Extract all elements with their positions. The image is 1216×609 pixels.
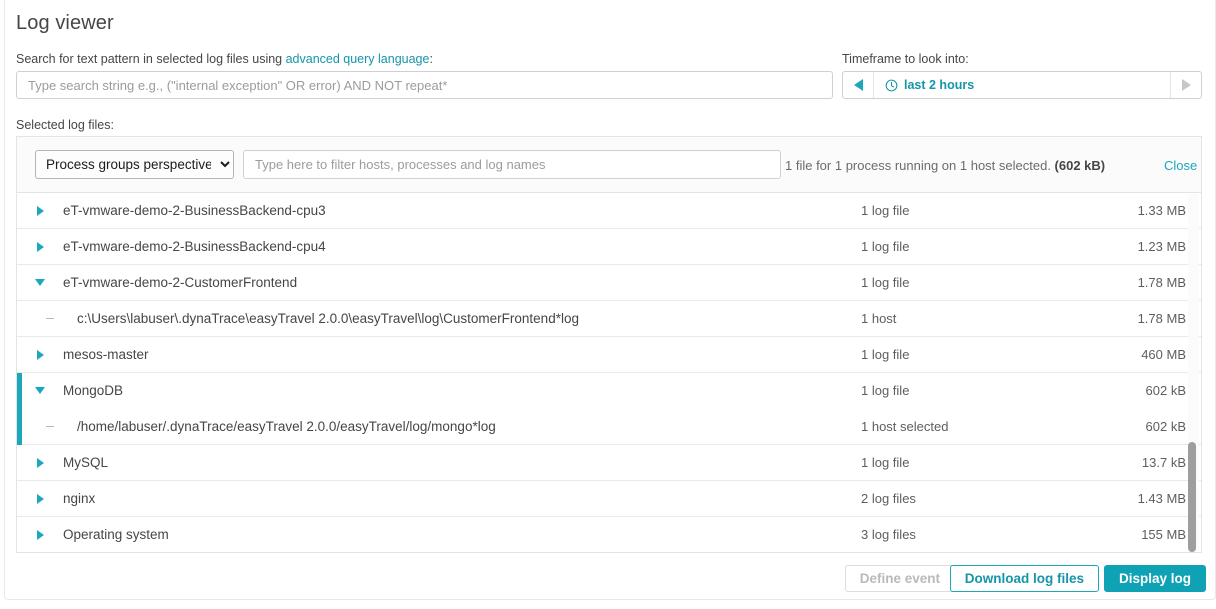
dash-icon: [46, 318, 54, 319]
selection-status: 1 file for 1 process running on 1 host s…: [785, 158, 1105, 173]
expand-row-button[interactable]: [17, 457, 63, 468]
caret-right-icon: [36, 457, 44, 468]
table-row[interactable]: Operating system 3 log files 155 MB: [17, 517, 1201, 552]
row-size: 602 kB: [1145, 383, 1186, 398]
leaf-row-marker: [17, 426, 63, 427]
selection-status-text: 1 file for 1 process running on 1 host s…: [785, 158, 1055, 173]
table-row[interactable]: MySQL 1 log file 13.7 kB: [17, 445, 1201, 481]
expand-row-button[interactable]: [17, 205, 63, 216]
advanced-query-language-link[interactable]: advanced query language: [286, 52, 430, 66]
timeframe-value: last 2 hours: [904, 78, 975, 92]
caret-right-icon: [36, 493, 44, 504]
row-name: eT-vmware-demo-2-CustomerFrontend: [63, 275, 298, 290]
triangle-right-icon: [1181, 79, 1191, 91]
row-size: 1.33 MB: [1137, 203, 1186, 218]
row-count: 1 host selected: [861, 419, 949, 434]
row-size: 13.7 kB: [1141, 455, 1186, 470]
row-size: 1.23 MB: [1137, 239, 1186, 254]
row-count: 1 log file: [861, 455, 910, 470]
collapse-row-button[interactable]: [17, 279, 63, 286]
table-row[interactable]: nginx 2 log files 1.43 MB: [17, 481, 1201, 517]
table-body: eT-vmware-demo-2-BusinessBackend-cpu3 1 l…: [17, 193, 1201, 552]
row-name: eT-vmware-demo-2-BusinessBackend-cpu4: [63, 239, 326, 254]
close-link[interactable]: Close: [1164, 158, 1197, 173]
row-count: 3 log files: [861, 527, 916, 542]
expand-row-button[interactable]: [17, 241, 63, 252]
log-viewer-panel: Log viewer Search for text pattern in se…: [4, 0, 1216, 600]
expand-row-button[interactable]: [17, 529, 63, 540]
row-size: 460 MB: [1141, 347, 1186, 362]
row-name: Operating system: [63, 527, 169, 542]
table-row[interactable]: eT-vmware-demo-2-CustomerFrontend 1 log f…: [17, 265, 1201, 301]
search-label-text: Search for text pattern in selected log …: [16, 52, 286, 66]
page-title: Log viewer: [16, 12, 114, 34]
row-name: MySQL: [63, 455, 109, 470]
row-name: nginx: [63, 491, 96, 506]
table-row[interactable]: eT-vmware-demo-2-BusinessBackend-cpu4 1 l…: [17, 229, 1201, 265]
row-count: 1 log file: [861, 347, 910, 362]
display-log-button[interactable]: Display log: [1103, 565, 1206, 592]
row-size: 1.78 MB: [1137, 275, 1186, 290]
row-name: /home/labuser/.dynaTrace/easyTravel 2.0.…: [77, 419, 496, 434]
caret-right-icon: [36, 205, 44, 216]
row-name: eT-vmware-demo-2-BusinessBackend-cpu3: [63, 203, 326, 218]
row-count: 1 log file: [861, 203, 910, 218]
row-name: mesos-master: [63, 347, 149, 362]
caret-right-icon: [36, 529, 44, 540]
row-count: 1 log file: [861, 239, 910, 254]
row-count: 2 log files: [861, 491, 916, 506]
row-count: 1 host: [861, 311, 897, 326]
caret-down-icon: [35, 387, 45, 394]
define-event-button[interactable]: Define event: [844, 565, 955, 592]
timeframe-prev-button[interactable]: [843, 72, 874, 98]
host-filter-input[interactable]: [243, 150, 781, 179]
log-filter-bar: Process groups perspectiveHosts perspect…: [16, 136, 1202, 192]
table-row[interactable]: c:\Users\labuser\.dynaTrace\easyTravel 2…: [17, 301, 1201, 337]
row-name: c:\Users\labuser\.dynaTrace\easyTravel 2…: [77, 311, 579, 326]
search-label-colon: :: [429, 52, 433, 66]
table-row[interactable]: mesos-master 1 log file 460 MB: [17, 337, 1201, 373]
table-row[interactable]: eT-vmware-demo-2-BusinessBackend-cpu3 1 l…: [17, 193, 1201, 229]
footer-actions: Define event Download log files Display …: [5, 556, 1216, 600]
expand-row-button[interactable]: [17, 349, 63, 360]
log-files-table: eT-vmware-demo-2-BusinessBackend-cpu3 1 l…: [16, 192, 1202, 553]
timeframe-control: last 2 hours: [842, 71, 1202, 99]
download-log-files-button[interactable]: Download log files: [949, 565, 1099, 592]
triangle-left-icon: [853, 79, 863, 91]
search-label: Search for text pattern in selected log …: [16, 52, 433, 66]
collapse-row-button[interactable]: [17, 387, 63, 394]
caret-down-icon: [35, 279, 45, 286]
row-size: 155 MB: [1141, 527, 1186, 542]
leaf-row-marker: [17, 318, 63, 319]
clock-icon: [885, 79, 898, 91]
timeframe-label: Timeframe to look into:: [842, 52, 969, 66]
selection-status-size: (602 kB): [1054, 158, 1106, 173]
timeframe-value-button[interactable]: last 2 hours: [874, 72, 1170, 98]
row-count: 1 log file: [861, 383, 910, 398]
row-size: 1.78 MB: [1137, 311, 1186, 326]
perspective-select[interactable]: Process groups perspectiveHosts perspect…: [35, 150, 234, 179]
timeframe-next-button[interactable]: [1170, 72, 1201, 98]
caret-right-icon: [36, 241, 44, 252]
row-size: 602 kB: [1145, 419, 1186, 434]
expand-row-button[interactable]: [17, 493, 63, 504]
table-scrollbar-track[interactable]: [1188, 194, 1199, 552]
selected-log-files-label: Selected log files:: [16, 118, 114, 132]
caret-right-icon: [36, 349, 44, 360]
search-input[interactable]: [16, 71, 833, 99]
table-row[interactable]: MongoDB 1 log file 602 kB: [17, 373, 1201, 409]
row-size: 1.43 MB: [1137, 491, 1186, 506]
table-row[interactable]: /home/labuser/.dynaTrace/easyTravel 2.0.…: [17, 409, 1201, 445]
row-name: MongoDB: [63, 383, 124, 398]
dash-icon: [46, 426, 54, 427]
table-scrollbar-thumb[interactable]: [1188, 442, 1196, 552]
row-count: 1 log file: [861, 275, 910, 290]
